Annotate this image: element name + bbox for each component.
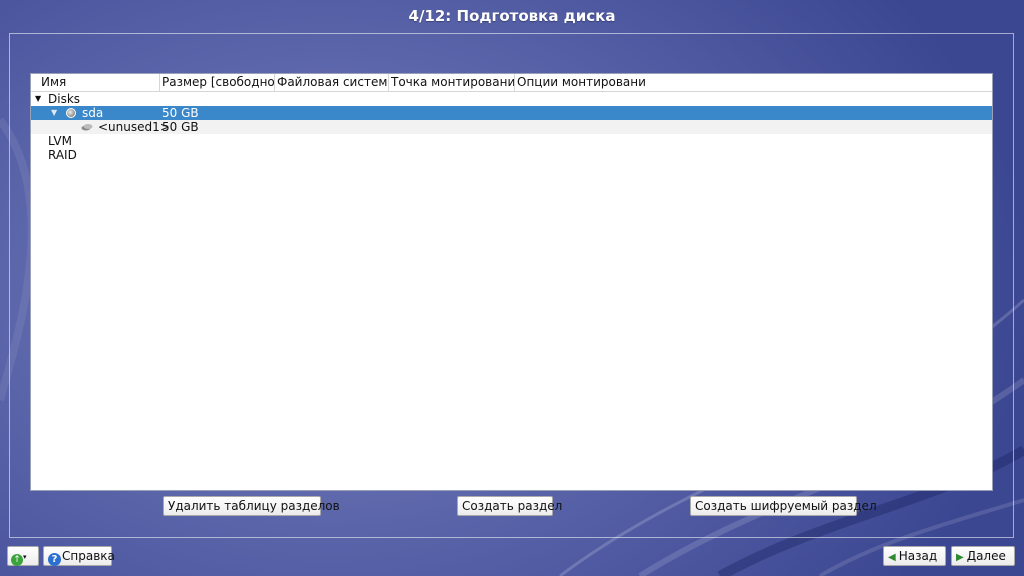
create-encrypted-partition-button[interactable]: Создать шифруемый раздел bbox=[690, 496, 877, 516]
arrow-left-icon: ◀ bbox=[888, 552, 896, 563]
expand-arrow-icon[interactable]: ▼ bbox=[35, 92, 41, 106]
row-name: Disks bbox=[48, 92, 81, 106]
row-name: sda bbox=[82, 106, 104, 120]
options-menu-button[interactable]: ↑ ▾ bbox=[7, 546, 39, 566]
next-label: Далее bbox=[966, 549, 1006, 563]
row-name: RAID bbox=[48, 148, 77, 162]
arrow-up-circle-icon: ↑ bbox=[11, 554, 23, 566]
back-button[interactable]: ◀ Назад bbox=[883, 546, 946, 566]
delete-partition-table-button[interactable]: Удалить таблицу разделов bbox=[163, 496, 340, 516]
page-title: 4/12: Подготовка диска bbox=[408, 7, 616, 25]
column-header-name[interactable]: Имя bbox=[31, 74, 160, 91]
help-icon: ? bbox=[48, 553, 61, 566]
help-label: Справка bbox=[62, 549, 115, 563]
expand-arrow-icon[interactable]: ▼ bbox=[51, 106, 57, 120]
row-size: 50 GB bbox=[162, 120, 199, 134]
row-name: <unused1> bbox=[98, 120, 170, 134]
column-header-filesystem[interactable]: Файловая система bbox=[275, 74, 389, 91]
tree-row-raid[interactable]: RAID bbox=[31, 148, 992, 162]
help-button[interactable]: ? Справка bbox=[43, 546, 115, 566]
disk-icon bbox=[66, 108, 76, 118]
row-size: 50 GB bbox=[162, 106, 199, 120]
back-label: Назад bbox=[898, 549, 938, 563]
arrow-right-icon: ▶ bbox=[956, 552, 964, 563]
row-name: LVM bbox=[48, 134, 72, 148]
tree-row-unused1[interactable]: <unused1> 50 GB bbox=[31, 120, 992, 134]
column-header-mount-options[interactable]: Опции монтирования bbox=[515, 74, 645, 91]
tree-row-sda[interactable]: ▼ sda 50 GB bbox=[31, 106, 992, 120]
dropdown-arrow-icon: ▾ bbox=[23, 553, 27, 561]
next-button[interactable]: ▶ Далее bbox=[951, 546, 1015, 566]
tree-row-disks[interactable]: ▼ Disks bbox=[31, 92, 992, 106]
create-partition-button[interactable]: Создать раздел bbox=[457, 496, 562, 516]
column-header-mountpoint[interactable]: Точка монтирования bbox=[389, 74, 515, 91]
tree-header: Имя Размер [свободно] Файловая система Т… bbox=[31, 74, 992, 92]
tree-row-lvm[interactable]: LVM bbox=[31, 134, 992, 148]
partition-tree[interactable]: Имя Размер [свободно] Файловая система Т… bbox=[30, 73, 993, 491]
column-header-size[interactable]: Размер [свободно] bbox=[160, 74, 275, 91]
partition-icon bbox=[81, 124, 93, 131]
